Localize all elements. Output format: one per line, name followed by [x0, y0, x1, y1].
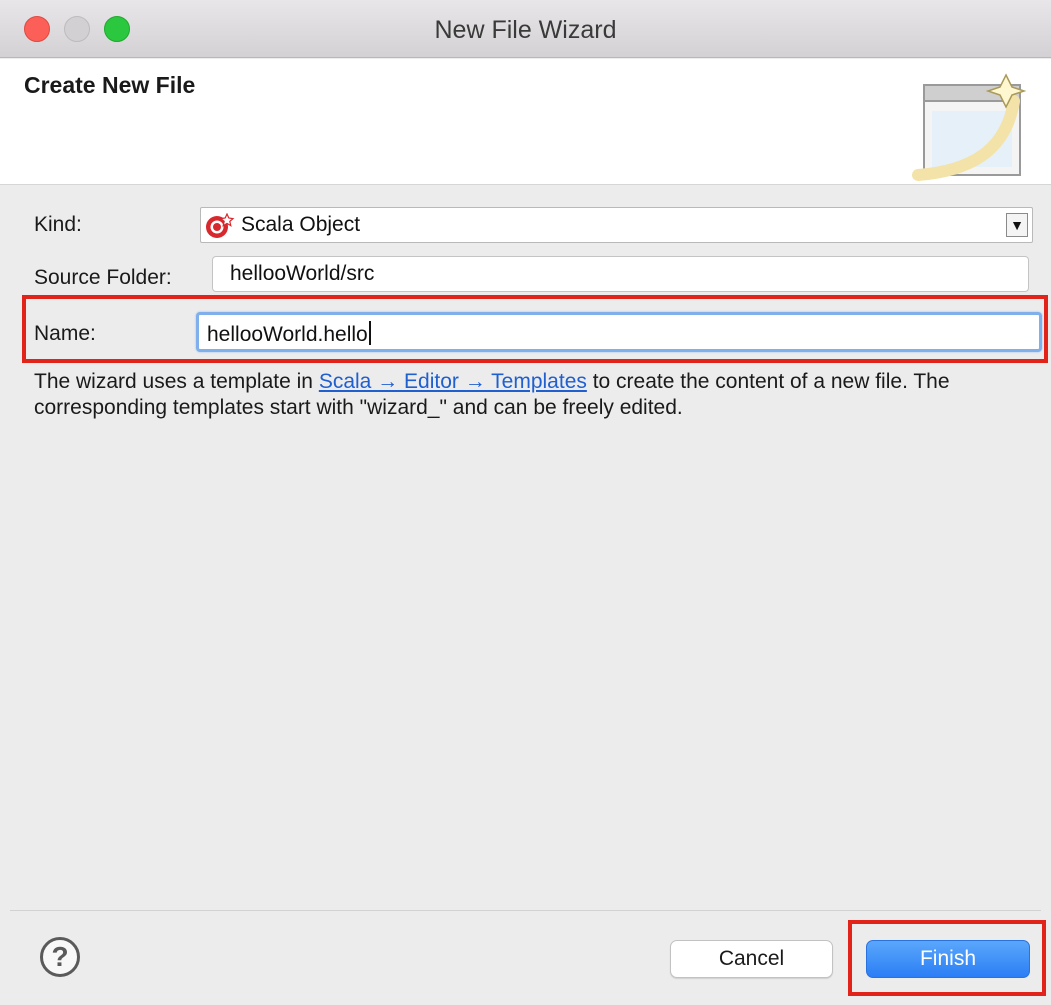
scala-object-icon [206, 213, 235, 238]
help-icon[interactable]: ? [40, 937, 80, 977]
wizard-banner: Create New File [0, 59, 1051, 185]
kind-selected-value: Scala Object [241, 213, 361, 236]
source-folder-label: Source Folder: [34, 266, 172, 289]
name-label: Name: [34, 322, 96, 345]
new-file-wizard-banner-icon [912, 73, 1027, 181]
page-title: Create New File [24, 72, 196, 98]
kind-label: Kind: [34, 213, 82, 236]
title-bar: New File Wizard [0, 0, 1051, 58]
name-input-value: hellooWorld.hello [207, 321, 371, 347]
cancel-button[interactable]: Cancel [670, 940, 833, 978]
finish-button[interactable]: Finish [866, 940, 1030, 978]
wizard-description: The wizard uses a template in Scala → Ed… [34, 369, 1039, 421]
description-text-before: The wizard uses a template in [34, 370, 319, 393]
name-input[interactable]: hellooWorld.hello [196, 312, 1042, 352]
window-title: New File Wizard [434, 16, 617, 44]
kind-select[interactable]: Scala Object ▼ [200, 207, 1033, 243]
chevron-down-icon[interactable]: ▼ [1006, 213, 1028, 237]
templates-preferences-link[interactable]: Scala → Editor → Templates [319, 370, 587, 393]
footer-divider [10, 910, 1041, 911]
source-folder-value: hellooWorld/src [230, 262, 375, 285]
source-folder-field[interactable]: hellooWorld/src [212, 256, 1029, 292]
text-caret [368, 321, 371, 345]
new-file-wizard-window: New File Wizard Create New File Kind: Sc… [0, 0, 1051, 1005]
